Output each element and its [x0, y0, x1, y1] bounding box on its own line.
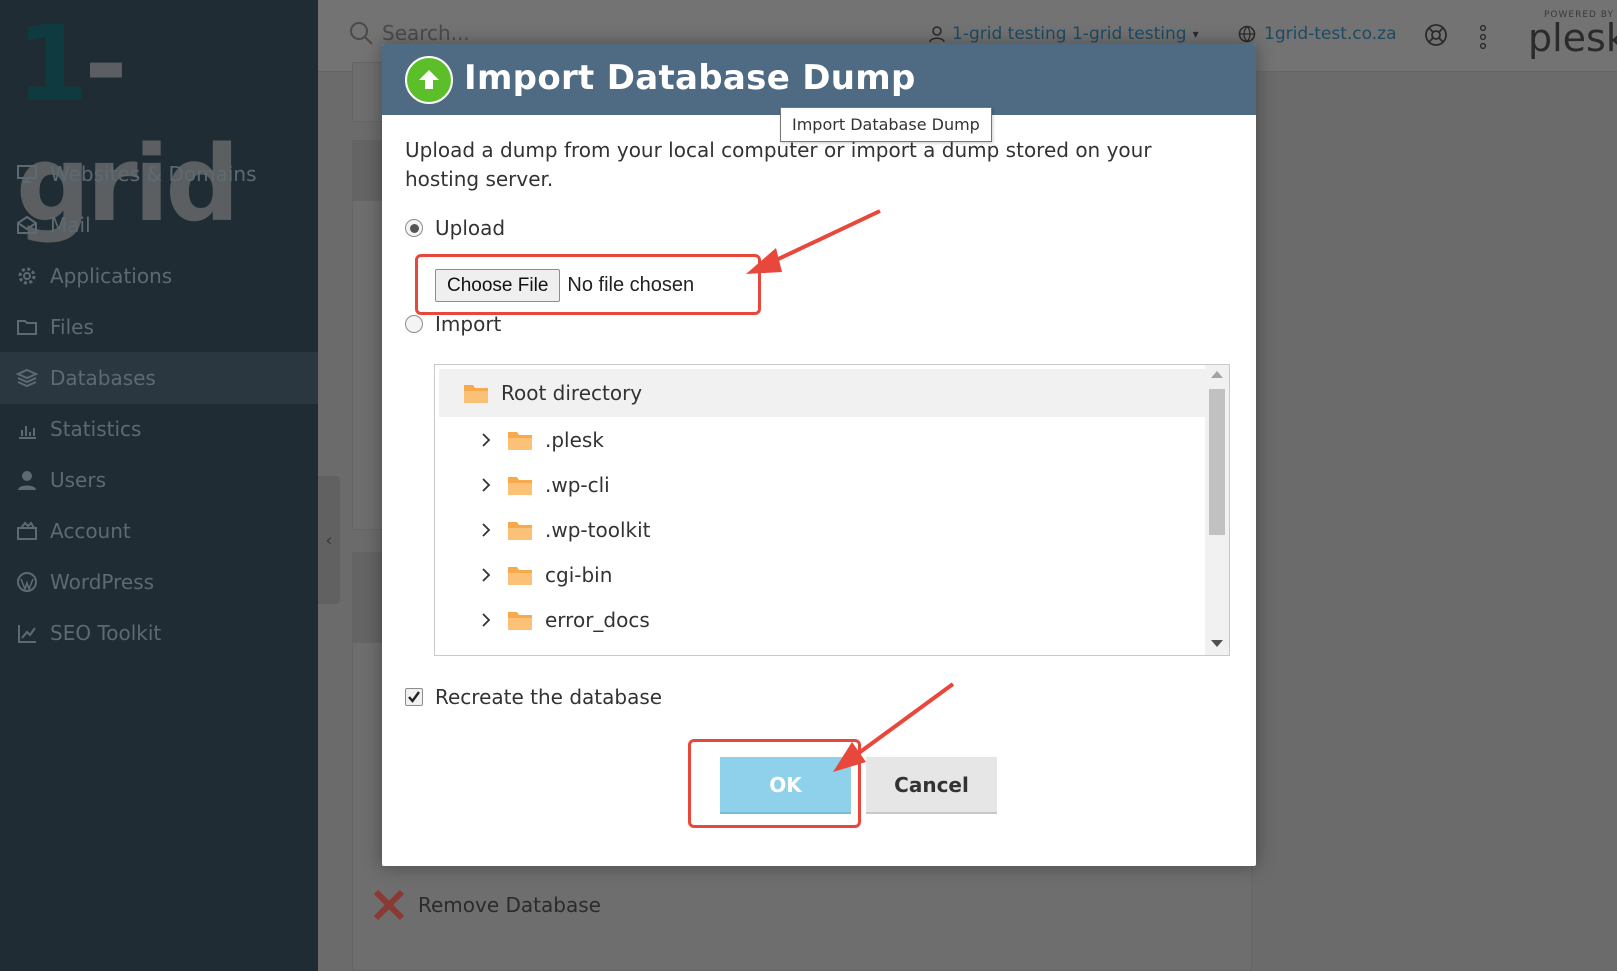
- tree-root-item[interactable]: Root directory: [439, 369, 1207, 417]
- more-vertical-icon[interactable]: [1478, 24, 1488, 50]
- chevron-right-icon[interactable]: [481, 523, 495, 537]
- sidebar: 1-grid Websites & Domains Mail Applicati…: [0, 0, 318, 971]
- sidebar-item-label: SEO Toolkit: [50, 621, 162, 645]
- tree-item-label: error_docs: [545, 608, 650, 632]
- wordpress-icon: [14, 571, 40, 593]
- remove-database-link[interactable]: Remove Database: [372, 888, 601, 922]
- gear-icon: [14, 265, 40, 287]
- search-placeholder: Search...: [382, 21, 470, 45]
- chevron-right-icon[interactable]: [481, 478, 495, 492]
- tree-scrollbar[interactable]: [1205, 365, 1229, 655]
- checkmark-icon: [408, 691, 420, 703]
- recreate-database-checkbox[interactable]: [405, 688, 423, 706]
- account-icon: [14, 520, 40, 542]
- tree-item[interactable]: .plesk: [439, 417, 1207, 463]
- folder-icon: [508, 522, 532, 540]
- remove-x-icon: [373, 889, 405, 921]
- seo-chart-icon: [14, 622, 40, 644]
- sidebar-item-label: WordPress: [50, 570, 155, 594]
- help-lifebuoy-icon[interactable]: [1423, 22, 1449, 48]
- domain-name: 1grid-test.co.za: [1264, 24, 1397, 44]
- sidebar-collapse-toggle[interactable]: ‹: [318, 476, 340, 604]
- upload-option[interactable]: Upload: [405, 216, 505, 240]
- sidebar-item-label: Statistics: [50, 417, 142, 441]
- bar-chart-icon: [14, 418, 40, 440]
- sidebar-item-label: Websites & Domains: [50, 162, 257, 186]
- import-option[interactable]: Import: [405, 312, 501, 336]
- sidebar-item-wordpress[interactable]: WordPress: [0, 556, 318, 608]
- recreate-database-label: Recreate the database: [435, 685, 663, 709]
- folder-icon: [508, 612, 532, 630]
- tree-item-label: cgi-bin: [545, 563, 613, 587]
- powered-by-plesk: POWERED BY plesk: [1528, 10, 1617, 60]
- title-tooltip: Import Database Dump: [780, 107, 992, 142]
- sidebar-item-files[interactable]: Files: [0, 301, 318, 353]
- sidebar-item-databases[interactable]: Databases: [0, 352, 318, 404]
- import-radio[interactable]: [405, 315, 423, 333]
- sidebar-item-label: Files: [50, 315, 94, 339]
- sidebar-item-mail[interactable]: Mail: [0, 199, 318, 251]
- folder-icon: [508, 432, 532, 450]
- user-menu[interactable]: 1-grid testing 1-grid testing ▾: [928, 24, 1199, 44]
- folder-icon: [508, 477, 532, 495]
- monitor-icon: [14, 163, 40, 185]
- sidebar-item-label: Databases: [50, 366, 156, 390]
- chevron-left-icon: ‹: [325, 529, 333, 551]
- tree-item[interactable]: .wp-toolkit: [439, 507, 1207, 553]
- directory-tree: Root directory .plesk .wp-cli .wp-toolki…: [434, 364, 1230, 656]
- folder-open-icon: [464, 385, 488, 403]
- user-name: 1-grid testing 1-grid testing: [952, 24, 1187, 44]
- dialog-description: Upload a dump from your local computer o…: [405, 138, 1152, 191]
- mail-icon: [14, 214, 40, 236]
- sidebar-item-label: Users: [50, 468, 107, 492]
- tree-item[interactable]: error_docs: [439, 597, 1207, 643]
- sidebar-item-websites-domains[interactable]: Websites & Domains: [0, 148, 318, 200]
- dialog-title: Import Database Dump: [464, 58, 916, 98]
- sidebar-item-users[interactable]: Users: [0, 454, 318, 506]
- upload-radio[interactable]: [405, 219, 423, 237]
- tree-root-label: Root directory: [501, 381, 643, 405]
- sidebar-item-statistics[interactable]: Statistics: [0, 403, 318, 455]
- sidebar-item-label: Applications: [50, 264, 173, 288]
- chevron-right-icon[interactable]: [481, 613, 495, 627]
- scroll-down-arrow-icon[interactable]: [1211, 640, 1223, 647]
- scroll-thumb[interactable]: [1209, 389, 1225, 535]
- search-field[interactable]: Search...: [348, 20, 470, 46]
- chevron-right-icon[interactable]: [481, 433, 495, 447]
- layers-icon: [14, 367, 40, 389]
- recreate-database-option[interactable]: Recreate the database: [405, 685, 662, 709]
- highlight-file-input: [415, 254, 761, 315]
- sidebar-item-seo-toolkit[interactable]: SEO Toolkit: [0, 607, 318, 659]
- folder-icon: [508, 567, 532, 585]
- user-icon: [14, 469, 40, 491]
- sidebar-item-applications[interactable]: Applications: [0, 250, 318, 302]
- sidebar-item-label: Account: [50, 519, 131, 543]
- upload-arrow-icon: [405, 56, 453, 104]
- tree-item-label: .plesk: [545, 428, 604, 452]
- tree-item-label: .wp-toolkit: [545, 518, 651, 542]
- chevron-right-icon[interactable]: [481, 568, 495, 582]
- dialog-header: Import Database Dump: [382, 44, 1256, 115]
- sidebar-item-label: Mail: [50, 213, 91, 237]
- remove-database-label: Remove Database: [418, 893, 601, 917]
- import-label: Import: [435, 312, 502, 336]
- globe-icon: [1238, 25, 1256, 43]
- sidebar-item-account[interactable]: Account: [0, 505, 318, 557]
- upload-label: Upload: [435, 216, 506, 240]
- chevron-down-icon: ▾: [1192, 27, 1199, 41]
- tree-item[interactable]: cgi-bin: [439, 552, 1207, 598]
- domain-link[interactable]: 1grid-test.co.za: [1238, 24, 1397, 44]
- tree-item[interactable]: .wp-cli: [439, 462, 1207, 508]
- search-icon: [350, 22, 373, 45]
- scroll-up-arrow-icon[interactable]: [1211, 371, 1223, 378]
- plesk-logo: plesk: [1528, 16, 1617, 60]
- user-outline-icon: [929, 26, 945, 43]
- tree-item-label: .wp-cli: [545, 473, 610, 497]
- folder-icon: [14, 316, 40, 338]
- highlight-ok-button: [688, 739, 861, 828]
- cancel-button[interactable]: Cancel: [866, 757, 997, 814]
